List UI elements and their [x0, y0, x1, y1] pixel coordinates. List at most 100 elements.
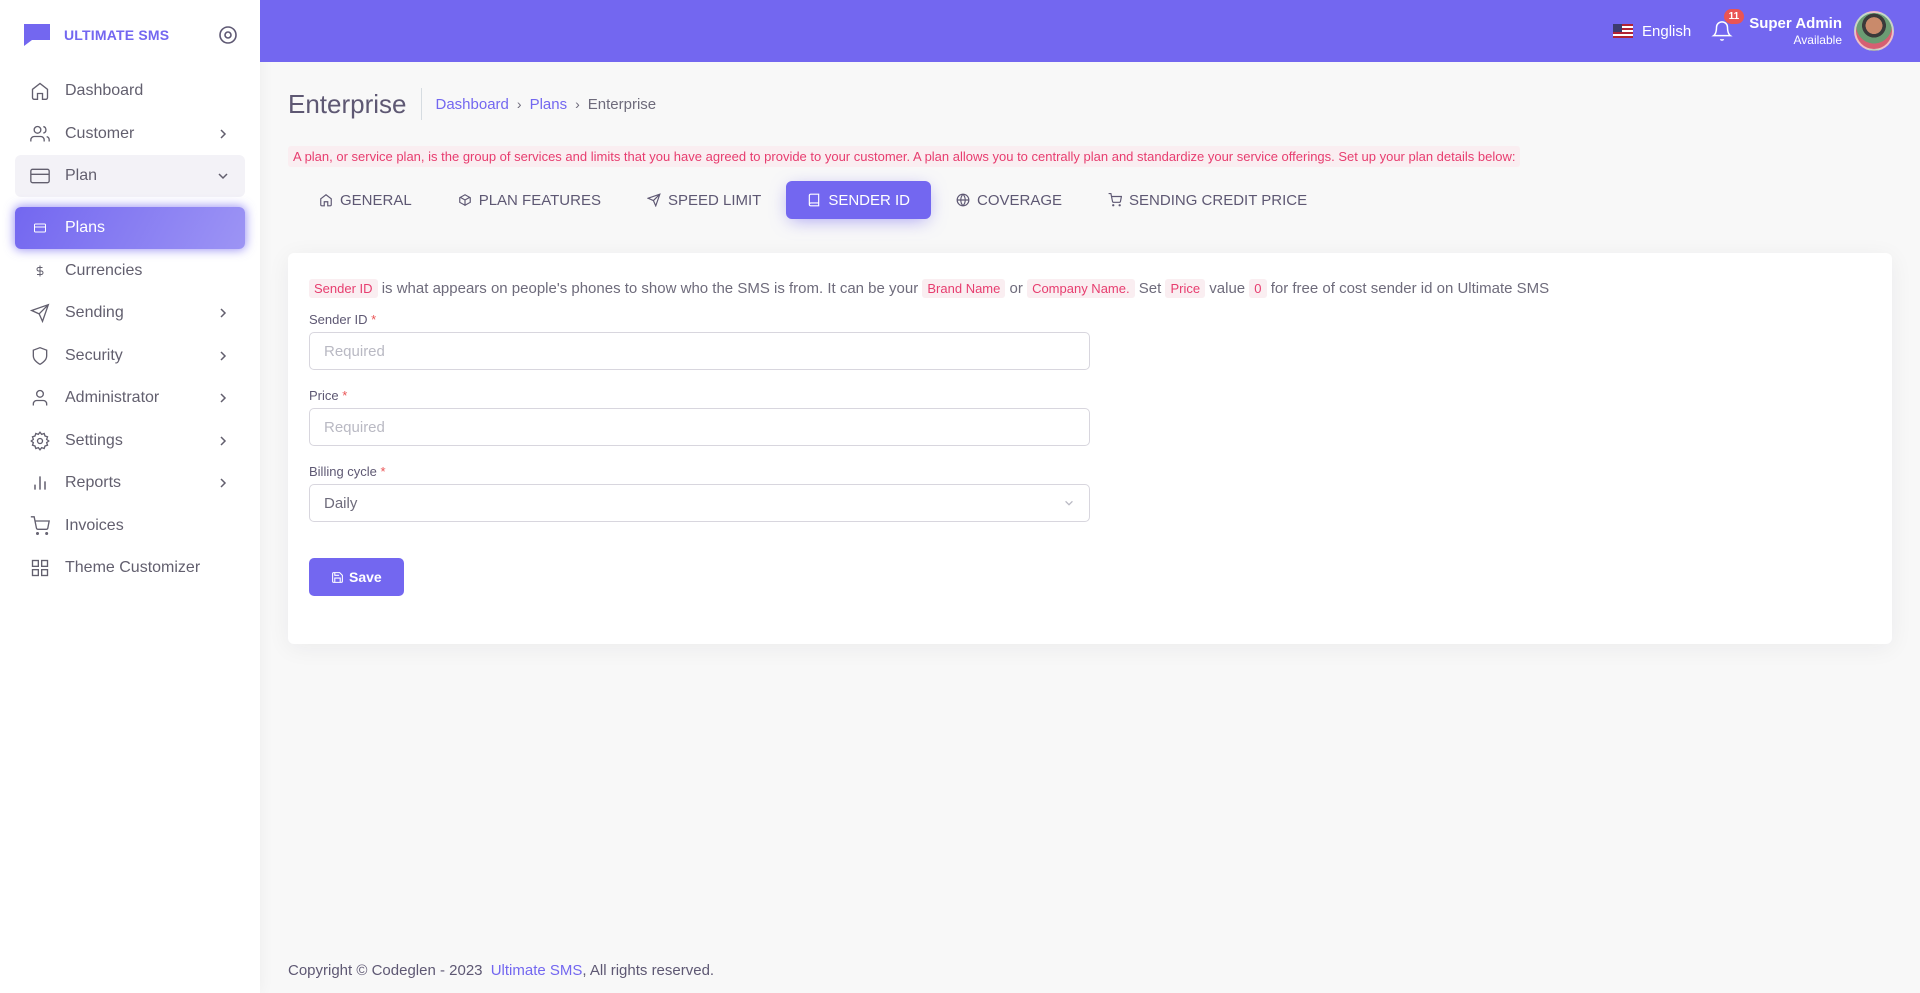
tab-label: COVERAGE [977, 191, 1063, 209]
price-label: Price * [309, 388, 1871, 403]
avatar[interactable] [1854, 11, 1894, 51]
sidebar-item-sending[interactable]: Sending [15, 292, 245, 334]
brand-name[interactable]: ULTIMATE SMS [64, 27, 218, 43]
tab-label: GENERAL [340, 191, 412, 209]
chevron-down-icon [218, 173, 228, 180]
language-label: English [1642, 22, 1692, 40]
price-input[interactable] [309, 408, 1090, 446]
sidebar-item-dashboard[interactable]: Dashboard [15, 70, 245, 112]
notification-count-badge: 11 [1723, 9, 1745, 24]
home-icon [30, 81, 50, 101]
plan-tabs: GENERAL PLAN FEATURES SPEED LIMIT SENDER… [288, 181, 1892, 219]
chevron-down-icon [1065, 500, 1073, 506]
breadcrumb-dashboard-link[interactable]: Dashboard [436, 96, 509, 113]
help-text-segment: value [1209, 280, 1246, 297]
sidebar-item-reports[interactable]: Reports [15, 462, 245, 504]
chevron-right-icon [220, 128, 227, 139]
globe-icon [956, 193, 970, 207]
sidebar-item-label: Security [65, 346, 123, 364]
sidebar-item-label: Invoices [65, 516, 124, 534]
sidebar-item-invoices[interactable]: Invoices [15, 505, 245, 547]
top-navbar: English 11 Super Admin Available [260, 0, 1920, 62]
footer-brand-link[interactable]: Ultimate SMS [491, 962, 583, 979]
copyright-text: Copyright © Codeglen - 2023 [288, 962, 483, 979]
tab-general[interactable]: GENERAL [298, 181, 433, 219]
code-tag: Price [1165, 279, 1206, 298]
chevron-right-icon: › [516, 96, 522, 112]
sender-id-card: Sender ID is what appears on people's ph… [288, 253, 1892, 644]
sidebar-item-label: Currencies [65, 261, 143, 279]
sidebar: ULTIMATE SMS Dashboard Customer Plan Pla… [0, 0, 260, 993]
tab-sender-id[interactable]: SENDER ID [786, 181, 931, 219]
notifications-button[interactable]: 11 [1711, 9, 1745, 42]
tab-label: PLAN FEATURES [478, 191, 601, 209]
breadcrumb-plans-link[interactable]: Plans [530, 96, 568, 113]
language-selector[interactable]: English [1613, 23, 1691, 40]
sidebar-toggle-icon[interactable] [218, 25, 238, 45]
tab-label: SENDER ID [828, 191, 910, 209]
sidebar-item-customer[interactable]: Customer [15, 113, 245, 155]
sender-id-label: Sender ID * [309, 312, 1871, 327]
brand-logo-icon[interactable] [22, 22, 52, 48]
label-text: Price [309, 388, 339, 403]
sidebar-item-plans[interactable]: Plans [15, 207, 245, 249]
tab-plan-features[interactable]: PLAN FEATURES [437, 181, 622, 219]
book-icon [809, 193, 820, 207]
billing-cycle-group: Billing cycle * Daily [309, 464, 1871, 522]
chevron-right-icon [220, 393, 227, 403]
plan-notice: A plan, or service plan, is the group of… [288, 146, 1521, 167]
dollar-icon [30, 261, 50, 281]
sidebar-item-security[interactable]: Security [15, 335, 245, 377]
tab-coverage[interactable]: COVERAGE [935, 181, 1083, 219]
brand: ULTIMATE SMS [0, 0, 260, 70]
billing-cycle-select[interactable]: Daily [309, 484, 1090, 522]
credit-card-icon [30, 166, 50, 186]
user-name: Super Admin [1749, 14, 1842, 32]
help-text-segment: for free of cost sender id on Ultimate S… [1270, 280, 1550, 297]
sidebar-item-theme-customizer[interactable]: Theme Customizer [15, 547, 245, 589]
billing-cycle-label: Billing cycle * [309, 464, 1871, 479]
sidebar-item-plan[interactable]: Plan [15, 155, 245, 197]
label-text: Sender ID [309, 312, 368, 327]
shield-icon [30, 346, 50, 366]
tab-label: SPEED LIMIT [667, 191, 762, 209]
page-header: Enterprise Dashboard › Plans › Enterpris… [288, 62, 1892, 146]
us-flag-icon [1613, 24, 1633, 38]
save-button[interactable]: Save [309, 558, 404, 596]
credit-card-icon [30, 218, 50, 238]
users-icon [30, 124, 50, 144]
help-text-segment: or [1009, 280, 1023, 297]
sender-id-group: Sender ID * [309, 312, 1871, 370]
price-group: Price * [309, 388, 1871, 446]
sidebar-item-currencies[interactable]: Currencies [15, 250, 245, 292]
help-text-segment: is what appears on people's phones to sh… [381, 280, 919, 297]
code-tag: 0 [1249, 279, 1267, 298]
tab-label: SENDING CREDIT PRICE [1129, 191, 1308, 209]
main-content: Enterprise Dashboard › Plans › Enterpris… [288, 62, 1892, 644]
sidebar-item-label: Dashboard [65, 82, 144, 99]
sidebar-item-label: Plans [65, 219, 106, 236]
sidebar-item-administrator[interactable]: Administrator [15, 377, 245, 419]
gear-icon [30, 430, 50, 451]
home-icon [320, 194, 332, 207]
required-mark: * [380, 464, 386, 479]
shopping-cart-icon [30, 515, 50, 536]
sidebar-item-label: Administrator [65, 389, 160, 406]
required-mark: * [371, 312, 377, 327]
footer: Copyright © Codeglen - 2023 Ultimate SMS… [288, 962, 714, 979]
chevron-right-icon [220, 478, 227, 488]
tab-speed-limit[interactable]: SPEED LIMIT [626, 181, 782, 219]
billing-cycle-value: Daily [324, 494, 358, 512]
footer-suffix: , All rights reserved. [582, 962, 715, 979]
sidebar-item-settings[interactable]: Settings [15, 420, 245, 462]
user-info[interactable]: Super Admin Available [1749, 15, 1842, 47]
sender-id-input[interactable] [309, 332, 1090, 370]
required-mark: * [342, 388, 348, 403]
save-icon [332, 571, 343, 583]
bar-chart-icon [30, 473, 50, 493]
sidebar-item-label: Settings [65, 431, 123, 449]
sidebar-item-label: Reports [65, 474, 122, 491]
tab-sending-credit-price[interactable]: SENDING CREDIT PRICE [1087, 181, 1328, 219]
sidebar-item-label: Plan [65, 167, 98, 184]
help-text-segment: Set [1138, 280, 1162, 297]
